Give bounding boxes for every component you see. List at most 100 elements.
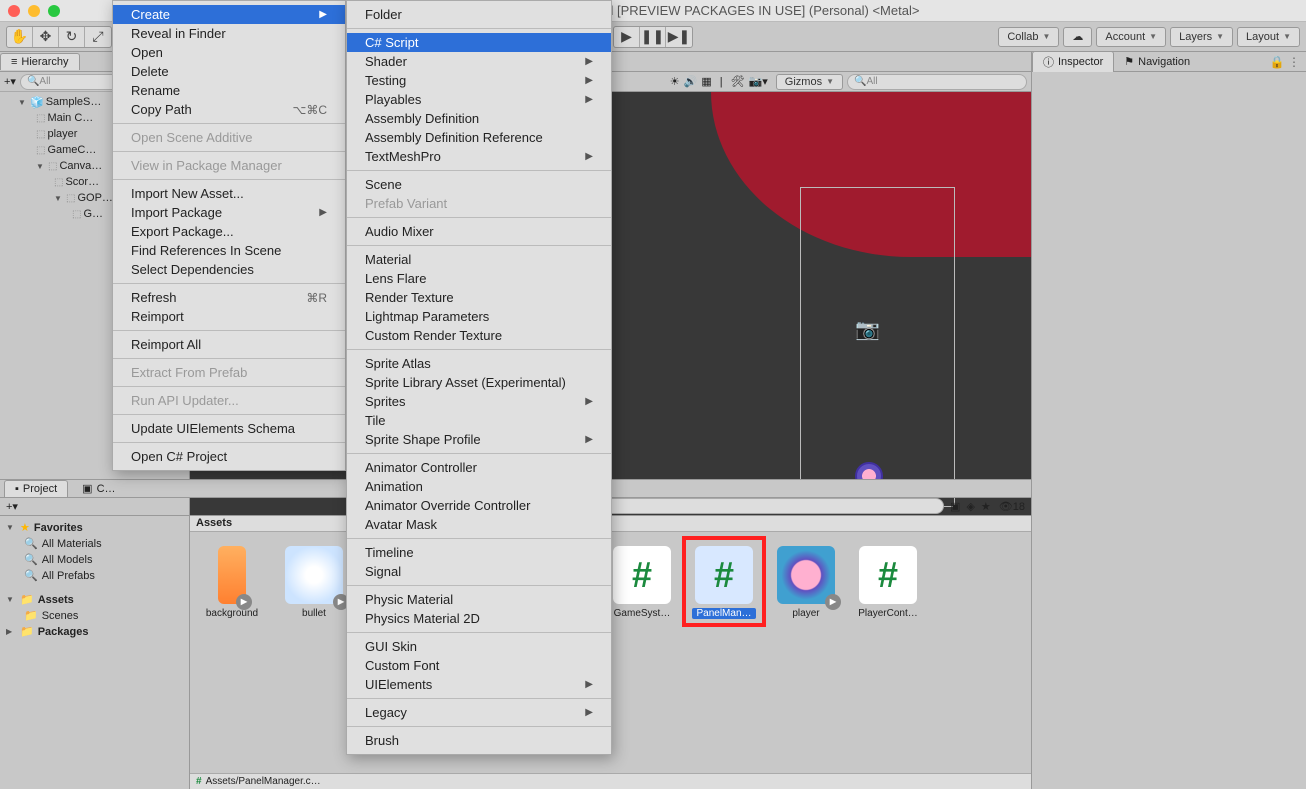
menu-item[interactable]: Animator Controller [347, 458, 611, 477]
scene-tool-icon[interactable]: 🔊 [684, 75, 698, 88]
asset-item[interactable]: ▶player [774, 546, 838, 619]
menu-item[interactable]: C# Script [347, 33, 611, 52]
gizmos-dropdown[interactable]: Gizmos▼ [776, 74, 843, 90]
menu-item[interactable]: Signal [347, 562, 611, 581]
project-search-input[interactable]: 🔍 [564, 498, 944, 514]
asset-item[interactable]: #GameSyst… [610, 546, 674, 619]
menu-item[interactable]: Shader▶ [347, 52, 611, 71]
menu-item[interactable]: Import Package▶ [113, 203, 345, 222]
menu-item[interactable]: Open [113, 43, 345, 62]
asset-item[interactable]: ▶bullet [282, 546, 346, 619]
lock-icon[interactable]: 🔒 ⋮ [1264, 55, 1306, 69]
menu-item[interactable]: Lightmap Parameters [347, 307, 611, 326]
favorite-item[interactable]: 🔍 All Materials [6, 536, 183, 552]
minimize-window-icon[interactable] [28, 5, 40, 17]
menu-item[interactable]: Custom Font [347, 656, 611, 675]
pause-icon[interactable]: ❚❚ [640, 27, 666, 47]
hidden-toggle[interactable]: 👁18 [999, 500, 1025, 513]
menu-item[interactable]: Reveal in Finder [113, 24, 345, 43]
menu-item[interactable]: Sprite Atlas [347, 354, 611, 373]
camera-gizmo-icon[interactable]: 📷 [855, 317, 880, 342]
navigation-tab[interactable]: ⚑ Navigation [1114, 53, 1200, 70]
scene-tool-icon[interactable]: ▦ [701, 75, 711, 88]
step-icon[interactable]: ▶❚ [666, 27, 692, 47]
console-tab[interactable]: ▣ C… [72, 480, 125, 497]
menu-item[interactable]: Testing▶ [347, 71, 611, 90]
menu-item[interactable]: Avatar Mask [347, 515, 611, 534]
menu-item[interactable]: Create▶ [113, 5, 345, 24]
favorite-icon[interactable]: ★ [981, 500, 991, 513]
menu-item[interactable]: Assembly Definition [347, 109, 611, 128]
collab-dropdown[interactable]: Collab▼ [998, 27, 1059, 47]
scale-tool-icon[interactable]: ⤢ [85, 27, 111, 47]
scene-tool-icon[interactable]: 📷▾ [749, 75, 768, 88]
close-window-icon[interactable] [8, 5, 20, 17]
menu-item[interactable]: Assembly Definition Reference [347, 128, 611, 147]
asset-item[interactable]: ▶background [200, 546, 264, 619]
menu-item: Open Scene Additive [113, 128, 345, 147]
menu-item[interactable]: Sprite Library Asset (Experimental) [347, 373, 611, 392]
inspector-tab[interactable]: ⓘ Inspector [1032, 51, 1114, 72]
scene-search-input[interactable]: 🔍 All [847, 74, 1027, 90]
filter-icon[interactable]: ◈ [966, 500, 974, 513]
favorites-header[interactable]: ▼★Favorites [6, 520, 183, 536]
menu-item[interactable]: Export Package... [113, 222, 345, 241]
layers-dropdown[interactable]: Layers▼ [1170, 27, 1233, 47]
menu-item[interactable]: Select Dependencies [113, 260, 345, 279]
menu-item[interactable]: Copy Path⌥⌘C [113, 100, 345, 119]
menu-item[interactable]: Animation [347, 477, 611, 496]
menu-item[interactable]: Find References In Scene [113, 241, 345, 260]
menu-item[interactable]: Update UIElements Schema [113, 419, 345, 438]
add-icon[interactable]: +▾ [6, 500, 18, 513]
menu-item[interactable]: Brush [347, 731, 611, 750]
account-dropdown[interactable]: Account▼ [1096, 27, 1166, 47]
menu-item[interactable]: Audio Mixer [347, 222, 611, 241]
menu-item[interactable]: Import New Asset... [113, 184, 345, 203]
menu-item[interactable]: TextMeshPro▶ [347, 147, 611, 166]
favorite-item[interactable]: 🔍 All Models [6, 552, 183, 568]
menu-item[interactable]: GUI Skin [347, 637, 611, 656]
favorite-item[interactable]: 🔍 All Prefabs [6, 568, 183, 584]
cloud-button[interactable]: ☁ [1063, 27, 1092, 47]
menu-item[interactable]: Reimport All [113, 335, 345, 354]
menu-item[interactable]: Legacy▶ [347, 703, 611, 722]
menu-item[interactable]: UIElements▶ [347, 675, 611, 694]
scene-tool-icon[interactable]: ☀ [670, 75, 680, 88]
scenes-folder[interactable]: 📁 Scenes [6, 608, 183, 624]
asset-item[interactable]: #PanelMan… [692, 546, 756, 619]
menu-item[interactable]: Playables▶ [347, 90, 611, 109]
scene-tool-icon[interactable]: 🛠 [731, 75, 745, 88]
menu-item[interactable]: Open C# Project [113, 447, 345, 466]
menu-item[interactable]: Render Texture [347, 288, 611, 307]
menu-item[interactable]: Folder [347, 5, 611, 24]
menu-item[interactable]: Animator Override Controller [347, 496, 611, 515]
project-tab[interactable]: ▪ Project [4, 480, 68, 497]
packages-folder[interactable]: ▶📁 Packages [6, 624, 183, 640]
asset-item[interactable]: #PlayerCont… [856, 546, 920, 619]
add-icon[interactable]: +▾ [4, 75, 16, 88]
menu-item[interactable]: Timeline [347, 543, 611, 562]
menu-item[interactable]: Delete [113, 62, 345, 81]
menu-item[interactable]: Rename [113, 81, 345, 100]
menu-item[interactable]: Tile [347, 411, 611, 430]
menu-item[interactable]: Scene [347, 175, 611, 194]
menu-item[interactable]: Physics Material 2D [347, 609, 611, 628]
menu-item[interactable]: Custom Render Texture [347, 326, 611, 345]
filter-icon[interactable]: ▣ [950, 500, 960, 513]
window-controls [8, 5, 60, 17]
menu-item[interactable]: Sprite Shape Profile▶ [347, 430, 611, 449]
hierarchy-tab[interactable]: ≡ Hierarchy [0, 53, 80, 70]
menu-item[interactable]: Sprites▶ [347, 392, 611, 411]
hand-tool-icon[interactable]: ✋ [7, 27, 33, 47]
play-icon[interactable]: ▶ [614, 27, 640, 47]
maximize-window-icon[interactable] [48, 5, 60, 17]
menu-item[interactable]: Reimport [113, 307, 345, 326]
move-tool-icon[interactable]: ✥ [33, 27, 59, 47]
rotate-tool-icon[interactable]: ↻ [59, 27, 85, 47]
menu-item[interactable]: Lens Flare [347, 269, 611, 288]
menu-item[interactable]: Refresh⌘R [113, 288, 345, 307]
menu-item[interactable]: Physic Material [347, 590, 611, 609]
layout-dropdown[interactable]: Layout▼ [1237, 27, 1300, 47]
assets-folder[interactable]: ▼📁 Assets [6, 592, 183, 608]
menu-item[interactable]: Material [347, 250, 611, 269]
